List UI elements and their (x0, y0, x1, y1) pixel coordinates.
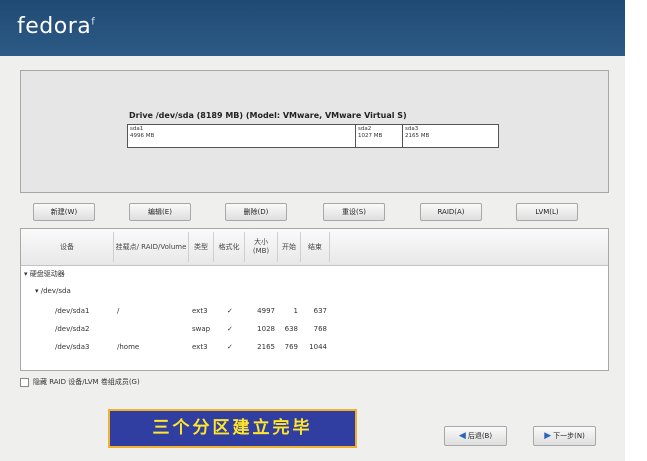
row-sda3-mount: /home (117, 343, 140, 351)
row-sda1-size: 4997 (257, 307, 275, 315)
column-start[interactable]: 开始 (278, 229, 300, 265)
row-sda2-type: swap (192, 325, 211, 333)
row-sda3-start: 769 (284, 343, 298, 351)
segment-size: 2165 MB (405, 133, 430, 139)
partition-segment-sda2[interactable]: sda2 1027 MB (355, 125, 402, 147)
column-end[interactable]: 结束 (301, 229, 329, 265)
partition-button-row: 新建(W) 编辑(E) 删除(D) 重设(S) RAID(A) LVM(L) (20, 203, 609, 223)
reset-button[interactable]: 重设(S) (323, 203, 385, 221)
expander-icon[interactable]: ▾ (24, 270, 28, 278)
back-button[interactable]: ◀ 后退(B) (444, 426, 507, 446)
row-sda2-format-check-icon: ✓ (227, 325, 233, 333)
tree-group-row[interactable]: ▾ 硬盘驱动器 (24, 269, 65, 279)
column-format[interactable]: 格式化 (214, 229, 244, 265)
row-sda3-device[interactable]: /dev/sda3 (55, 343, 89, 351)
fedora-logo-mark: f (91, 16, 96, 28)
row-sda1-start: 1 (293, 307, 298, 315)
tree-disk-row[interactable]: ▾ /dev/sda (35, 287, 71, 295)
drive-partition-bar: sda1 4996 MB sda2 1027 MB sda3 2165 MB (127, 124, 499, 148)
hide-raid-label: 隐藏 RAID 设备/LVM 卷组成员(G) (33, 378, 140, 386)
edit-button[interactable]: 编辑(E) (129, 203, 191, 221)
column-device[interactable]: 设备 (21, 229, 113, 265)
hide-raid-checkbox[interactable] (20, 377, 29, 387)
column-type[interactable]: 类型 (189, 229, 213, 265)
row-sda1-type: ext3 (192, 307, 208, 315)
row-sda3-type: ext3 (192, 343, 208, 351)
row-sda1-mount: / (117, 307, 120, 315)
row-sda2-end: 768 (313, 325, 327, 333)
column-size[interactable]: 大小 (MB) (245, 229, 277, 265)
segment-name: sda1 (130, 126, 144, 132)
row-sda3-format-check-icon: ✓ (227, 343, 233, 351)
row-sda2-size: 1028 (257, 325, 275, 333)
delete-button[interactable]: 删除(D) (225, 203, 287, 221)
next-label: 下一步(N) (553, 432, 585, 440)
drive-panel: Drive /dev/sda (8189 MB) (Model: VMware,… (20, 70, 609, 193)
back-arrow-icon: ◀ (458, 431, 466, 441)
segment-name: sda2 (358, 126, 372, 132)
expander-icon[interactable]: ▾ (35, 287, 39, 295)
row-sda1-device[interactable]: /dev/sda1 (55, 307, 89, 315)
fedora-banner: fedoraf (0, 0, 625, 56)
raid-button[interactable]: RAID(A) (420, 203, 482, 221)
lvm-button[interactable]: LVM(L) (516, 203, 578, 221)
column-mount[interactable]: 挂载点/ RAID/Volume (114, 229, 188, 265)
partition-table: 设备 挂载点/ RAID/Volume 类型 格式化 大小 (MB) 开始 结束… (20, 228, 609, 371)
segment-size: 4996 MB (130, 133, 155, 139)
installer-window: fedoraf Drive /dev/sda (8189 MB) (Model:… (0, 0, 625, 461)
new-button[interactable]: 新建(W) (33, 203, 95, 221)
next-arrow-icon: ▶ (544, 431, 552, 441)
row-sda1-format-check-icon: ✓ (227, 307, 233, 315)
next-button[interactable]: ▶ 下一步(N) (533, 426, 596, 446)
drive-title: Drive /dev/sda (8189 MB) (Model: VMware,… (129, 111, 407, 120)
partition-segment-sda3[interactable]: sda3 2165 MB (402, 125, 498, 147)
segment-name: sda3 (405, 126, 419, 132)
row-sda3-size: 2165 (257, 343, 275, 351)
partition-segment-sda1[interactable]: sda1 4996 MB (128, 125, 355, 147)
row-sda2-start: 638 (284, 325, 298, 333)
hide-raid-option[interactable]: 隐藏 RAID 设备/LVM 卷组成员(G) (20, 377, 140, 387)
caption-banner: 三个分区建立完毕 (108, 409, 357, 448)
disk-label: /dev/sda (40, 287, 71, 295)
group-label: 硬盘驱动器 (29, 270, 65, 278)
fedora-logo: fedoraf (17, 14, 96, 39)
row-sda3-end: 1044 (309, 343, 327, 351)
segment-size: 1027 MB (358, 133, 383, 139)
back-label: 后退(B) (467, 432, 493, 440)
row-sda1-end: 637 (313, 307, 327, 315)
row-sda2-device[interactable]: /dev/sda2 (55, 325, 89, 333)
